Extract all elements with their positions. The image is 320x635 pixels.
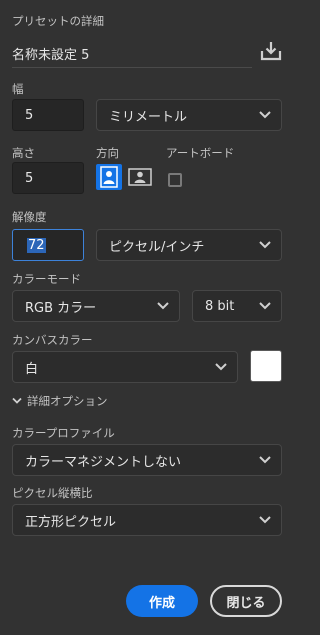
resolution-input[interactable]: 72 bbox=[12, 229, 84, 261]
preset-section-title: プリセットの詳細 bbox=[12, 14, 104, 28]
close-button[interactable]: 閉じる bbox=[210, 585, 282, 617]
portrait-person-icon bbox=[100, 166, 118, 188]
chevron-down-icon bbox=[259, 241, 271, 249]
color-profile-select[interactable]: カラーマネジメントしない bbox=[12, 444, 282, 476]
resolution-label: 解像度 bbox=[12, 210, 47, 224]
resolution-value: 72 bbox=[27, 237, 46, 253]
pixel-aspect-label: ピクセル縦横比 bbox=[12, 486, 93, 500]
chevron-down-icon bbox=[259, 516, 271, 524]
canvas-color-swatch[interactable] bbox=[250, 350, 282, 382]
resolution-unit-value: ピクセル/インチ bbox=[109, 239, 205, 255]
chevron-down-icon bbox=[259, 302, 271, 310]
pixel-aspect-value: 正方形ピクセル bbox=[25, 514, 117, 530]
preset-name-value: 名称未設定 5 bbox=[12, 47, 90, 63]
orientation-label: 方向 bbox=[96, 146, 119, 160]
width-label: 幅 bbox=[12, 82, 24, 96]
width-input[interactable]: 5 bbox=[12, 99, 84, 131]
chevron-down-icon bbox=[259, 456, 271, 464]
landscape-person-icon bbox=[128, 168, 152, 186]
resolution-unit-select[interactable]: ピクセル/インチ bbox=[96, 229, 282, 261]
advanced-options-toggle[interactable]: 詳細オプション bbox=[12, 393, 108, 409]
canvas-color-value: 白 bbox=[25, 361, 39, 377]
width-unit-value: ミリメートル bbox=[109, 109, 188, 125]
width-value: 5 bbox=[25, 107, 34, 123]
height-input[interactable]: 5 bbox=[12, 162, 84, 194]
save-preset-icon[interactable] bbox=[259, 39, 283, 63]
color-mode-value: RGB カラー bbox=[25, 300, 97, 316]
advanced-options-label: 詳細オプション bbox=[27, 394, 108, 408]
height-label: 高さ bbox=[12, 146, 35, 160]
color-mode-label: カラーモード bbox=[12, 272, 81, 286]
canvas-color-select[interactable]: 白 bbox=[12, 351, 238, 383]
preset-name-field[interactable]: 名称未設定 5 bbox=[12, 39, 252, 68]
color-profile-label: カラープロファイル bbox=[12, 426, 115, 440]
width-unit-select[interactable]: ミリメートル bbox=[96, 99, 282, 131]
bit-depth-select[interactable]: 8 bit bbox=[192, 290, 282, 322]
chevron-down-icon bbox=[157, 302, 169, 310]
portrait-orientation-button[interactable] bbox=[96, 164, 122, 190]
color-profile-value: カラーマネジメントしない bbox=[25, 454, 182, 470]
canvas-color-label: カンバスカラー bbox=[12, 333, 93, 347]
chevron-down-icon bbox=[12, 397, 22, 404]
landscape-orientation-button[interactable] bbox=[127, 164, 153, 190]
create-button[interactable]: 作成 bbox=[126, 585, 198, 617]
color-mode-select[interactable]: RGB カラー bbox=[12, 290, 180, 322]
artboard-checkbox[interactable] bbox=[168, 173, 182, 187]
bit-depth-value: 8 bit bbox=[205, 298, 235, 314]
artboard-label: アートボード bbox=[166, 146, 235, 160]
chevron-down-icon bbox=[215, 363, 227, 371]
pixel-aspect-select[interactable]: 正方形ピクセル bbox=[12, 504, 282, 536]
height-value: 5 bbox=[25, 170, 34, 186]
chevron-down-icon bbox=[259, 111, 271, 119]
